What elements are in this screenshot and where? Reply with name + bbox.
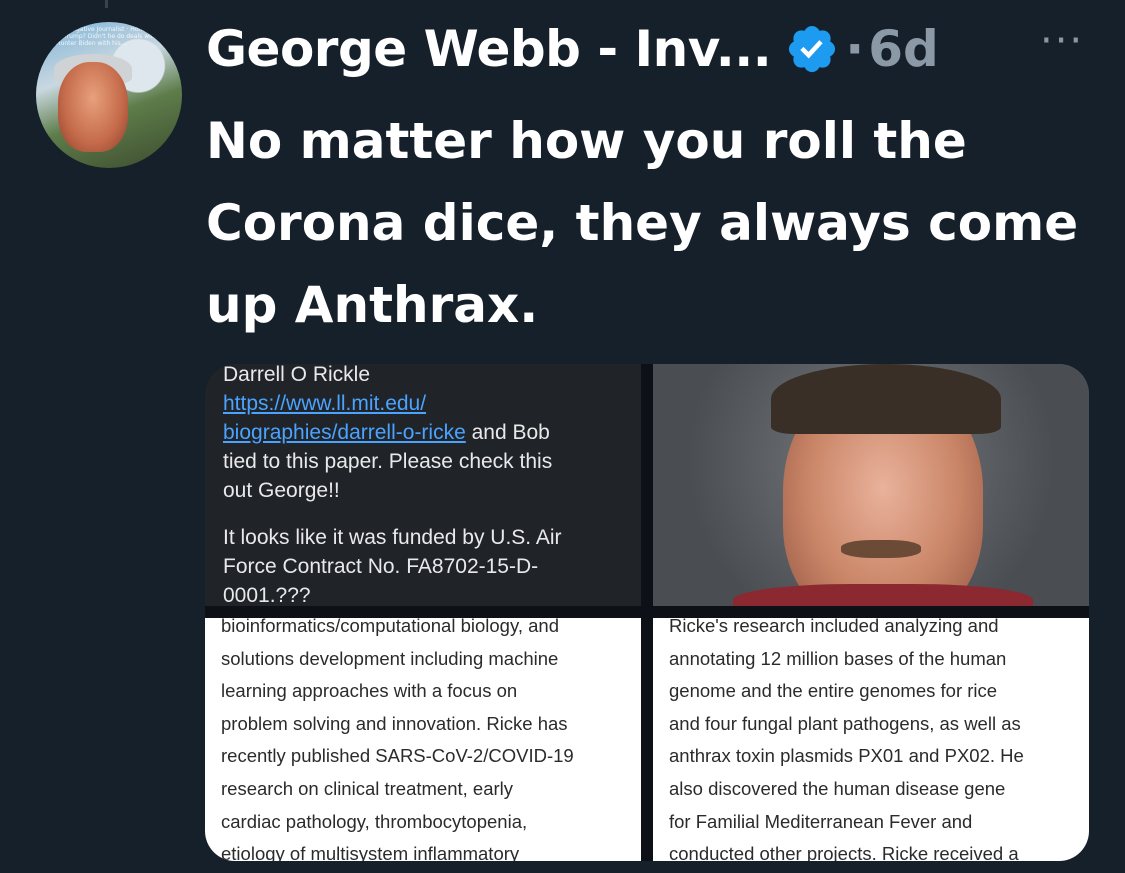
bio-right-line: genome and the entire genomes for rice <box>669 680 998 702</box>
bio-left-line: solutions development including machine <box>221 647 559 669</box>
media-bio-excerpt-right[interactable]: Ricke's research included analyzing and … <box>653 618 1089 861</box>
sms-para2-line1: It looks like it was funded by U.S. Air <box>223 526 562 549</box>
sms-line3: tied to this paper. Please check this <box>223 450 553 473</box>
tweet-media-grid[interactable]: Darrell O Rickle https://www.ll.mit.edu/… <box>205 364 1089 861</box>
portrait-image <box>653 364 1089 606</box>
media-portrait-photo[interactable] <box>653 364 1089 606</box>
bio-left-line: recently published SARS-CoV-2/COVID-19 <box>221 745 574 767</box>
bio-right-line: anthrax toxin plasmids PX01 and PX02. He <box>669 745 1024 767</box>
sms-para2-line2: Force Contract No. FA8702-15-D- <box>223 555 539 578</box>
sms-para2-line3: 0001.??? <box>223 584 311 606</box>
thread-connector-line <box>105 0 108 8</box>
author-name[interactable]: George Webb - Inv... <box>206 20 772 78</box>
avatar-caption: Investigative Journalist · Home of Yu to… <box>56 26 165 47</box>
bio-left-line: research on clinical treatment, early <box>221 777 514 799</box>
media-bio-excerpt-left[interactable]: bioinformatics/computational biology, an… <box>205 618 641 861</box>
tweet-header: George Webb - Inv... · 6d <box>206 14 939 84</box>
avatar[interactable]: Investigative Journalist · Home of Yu to… <box>36 22 182 168</box>
bio-right-line: for Familial Mediterranean Fever and <box>669 810 973 832</box>
portrait-mustache <box>841 540 921 558</box>
sms-line4: out George!! <box>223 479 340 502</box>
sms-after-link: and Bob <box>465 421 550 444</box>
bio-left-line: etiology of multisystem inflammatory <box>221 843 520 861</box>
bio-right-line: also discovered the human disease gene <box>669 777 1006 799</box>
bio-right-line: Ricke's research included analyzing and <box>669 618 999 636</box>
avatar-face <box>58 62 128 152</box>
portrait-hair <box>771 364 1001 434</box>
tweet-text: No matter how you roll the Corona dice, … <box>206 112 1079 334</box>
bio-text-left: bioinformatics/computational biology, an… <box>221 618 631 861</box>
media-sms-screenshot[interactable]: Darrell O Rickle https://www.ll.mit.edu/… <box>205 364 641 606</box>
bio-right-line: annotating 12 million bases of the human <box>669 647 1007 669</box>
bio-text-right: Ricke's research included analyzing and … <box>669 618 1079 861</box>
bio-right-line: conducted other projects. Ricke received… <box>669 843 1019 861</box>
bio-left-line: bioinformatics/computational biology, an… <box>221 618 559 636</box>
bio-left-line: cardiac pathology, thrombocytopenia, <box>221 810 528 832</box>
more-options-icon[interactable]: ··· <box>1040 21 1084 61</box>
time-separator: · <box>845 20 865 78</box>
portrait-shirt <box>733 584 1033 606</box>
sms-message: Darrell O Rickle https://www.ll.mit.edu/… <box>223 364 633 606</box>
sms-sender: Darrell O Rickle <box>223 364 371 386</box>
verified-badge-icon <box>785 22 839 76</box>
bio-right-line: and four fungal plant pathogens, as well… <box>669 712 1021 734</box>
sms-link-line2[interactable]: biographies/darrell-o-ricke <box>223 421 466 444</box>
sms-link-line1[interactable]: https://www.ll.mit.edu/ <box>223 392 426 415</box>
bio-left-line: problem solving and innovation. Ricke ha… <box>221 712 568 734</box>
bio-left-line: learning approaches with a focus on <box>221 680 518 702</box>
tweet-timestamp[interactable]: 6d <box>868 20 939 78</box>
